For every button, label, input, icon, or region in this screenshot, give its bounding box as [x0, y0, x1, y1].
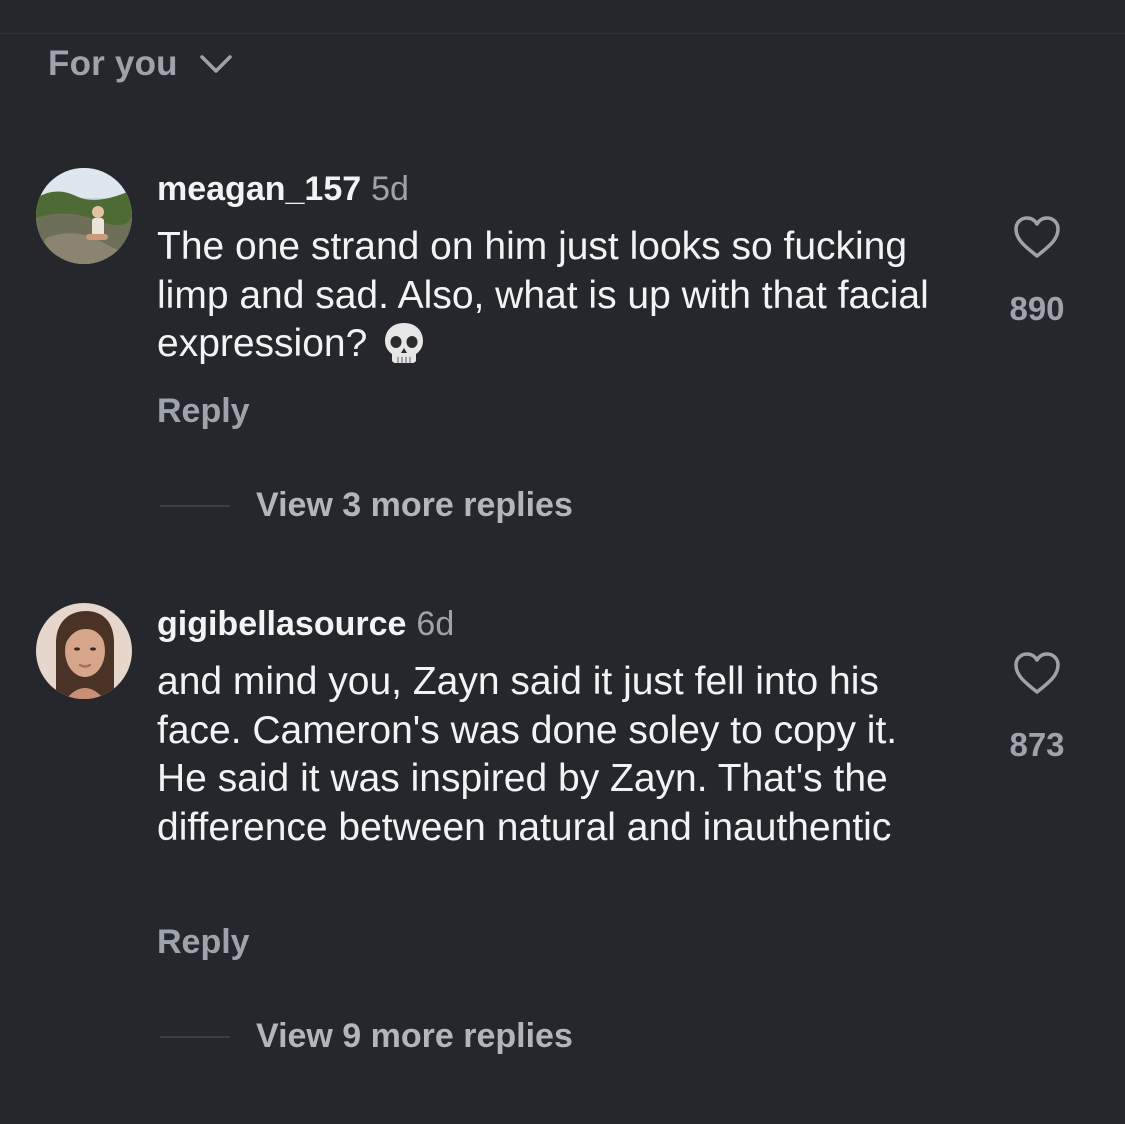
comment-text: and mind you, Zayn said it just fell int… [157, 658, 947, 852]
like-count: 873 [1009, 726, 1065, 763]
view-replies-button[interactable]: View 9 more replies [160, 1017, 573, 1056]
top-divider [0, 33, 1125, 34]
heart-icon[interactable] [1012, 214, 1062, 260]
view-replies-label: View 3 more replies [256, 486, 573, 524]
like-control: 890 [997, 214, 1077, 328]
timestamp: 6d [416, 605, 455, 643]
comment-text-content: The one strand on him just looks so fuck… [157, 225, 929, 365]
comment-text: The one strand on him just looks so fuck… [157, 223, 947, 369]
replies-divider [160, 1035, 230, 1038]
username[interactable]: meagan_157 [157, 170, 361, 208]
username[interactable]: gigibellasource [157, 605, 406, 643]
reply-button[interactable]: Reply [157, 392, 250, 431]
view-replies-button[interactable]: View 3 more replies [160, 486, 573, 525]
sort-label: For you [48, 44, 178, 83]
comment-header: meagan_157 5d [157, 170, 409, 209]
avatar[interactable] [36, 603, 132, 699]
timestamp: 5d [371, 170, 409, 208]
chevron-down-icon [199, 55, 232, 73]
like-control: 873 [997, 650, 1077, 764]
like-count: 890 [1009, 290, 1065, 327]
reply-button[interactable]: Reply [157, 923, 250, 962]
heart-icon[interactable] [1012, 650, 1062, 696]
skull-emoji-icon [385, 323, 424, 363]
sort-dropdown[interactable]: For you [48, 44, 234, 84]
view-replies-label: View 9 more replies [256, 1017, 573, 1055]
comment-header: gigibellasource 6d [157, 605, 454, 644]
comment-text-content: and mind you, Zayn said it just fell int… [157, 660, 898, 849]
avatar[interactable] [36, 168, 132, 264]
replies-divider [160, 504, 230, 507]
